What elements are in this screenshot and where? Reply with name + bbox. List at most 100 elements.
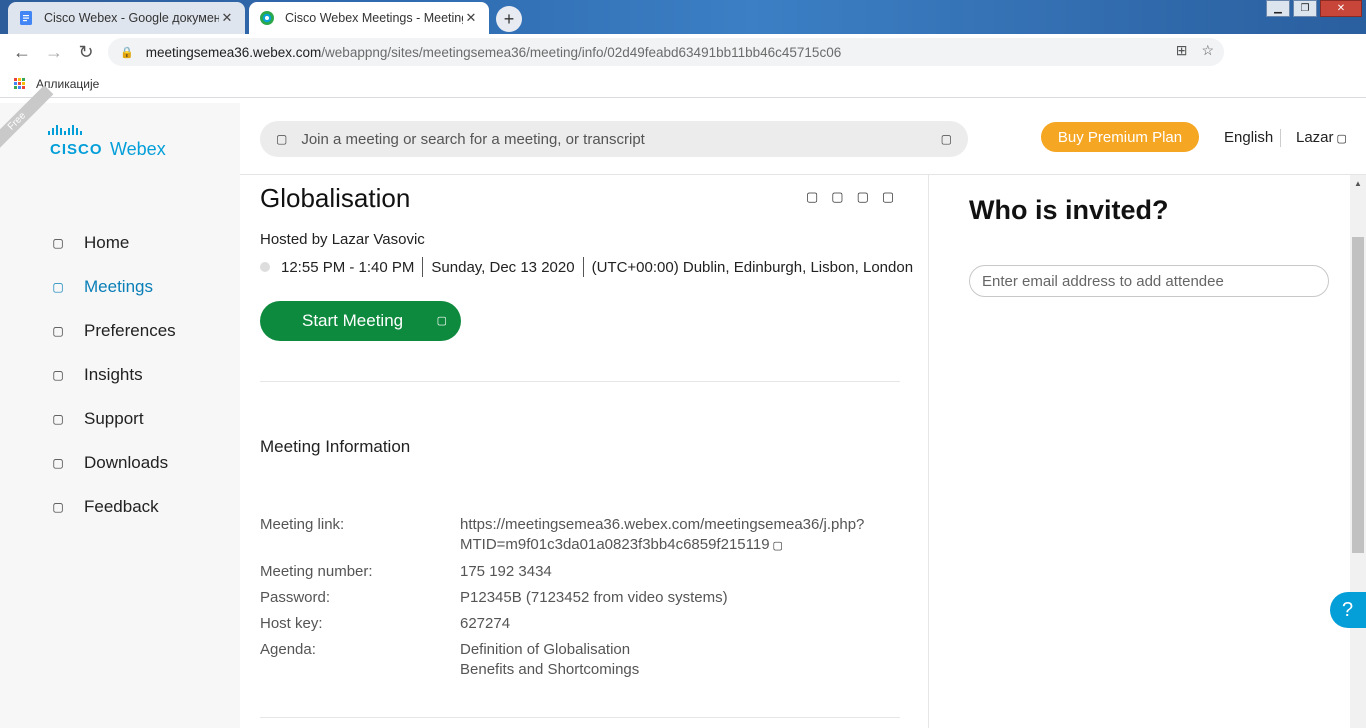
edit-icon[interactable]: ▢: [806, 189, 818, 205]
buy-premium-button[interactable]: Buy Premium Plan: [1041, 122, 1199, 152]
meeting-schedule: 12:55 PM - 1:40 PM Sunday, Dec 13 2020 (…: [260, 257, 913, 277]
sidebar-item-feedback[interactable]: ▢ Feedback: [0, 485, 240, 529]
language-selector[interactable]: English: [1224, 129, 1273, 146]
chevron-down-icon[interactable]: ▢: [437, 314, 447, 327]
info-row-agenda: Agenda: Definition of Globalisation Bene…: [260, 640, 910, 680]
meeting-time: 12:55 PM - 1:40 PM: [281, 258, 415, 276]
help-icon: ▢: [52, 412, 64, 426]
google-docs-icon: [20, 11, 32, 25]
search-bar[interactable]: ▢ ▢: [260, 121, 968, 157]
info-row-number: Meeting number: 175 192 3434: [260, 562, 910, 582]
scrollbar[interactable]: ▲: [1350, 175, 1366, 728]
bookmark-star-icon[interactable]: ☆: [1201, 42, 1214, 59]
copy-icon[interactable]: ▢: [831, 189, 843, 205]
search-icon[interactable]: ▢: [276, 132, 287, 146]
meeting-link-line2[interactable]: MTID=m9f01c3da01a0823f3bb4c6859f215119: [460, 536, 770, 553]
bookmarks-bar: Апликације: [0, 70, 1366, 98]
start-meeting-button[interactable]: Start Meeting ▢: [260, 301, 461, 341]
sidebar-item-downloads[interactable]: ▢ Downloads: [0, 441, 240, 485]
info-row-hostkey: Host key: 627274: [260, 614, 910, 634]
scrollbar-thumb[interactable]: [1352, 237, 1364, 553]
sidebar-item-label: Preferences: [84, 321, 176, 340]
invitees-title: Who is invited?: [969, 195, 1169, 225]
sidebar-item-insights[interactable]: ▢ Insights: [0, 353, 240, 397]
invitees-panel: Who is invited?: [928, 175, 1366, 728]
feedback-icon: ▢: [52, 500, 64, 514]
attendee-email-input[interactable]: [969, 265, 1329, 297]
copy-link-icon[interactable]: ▢: [773, 540, 783, 552]
info-row-password: Password: P12345B (7123452 from video sy…: [260, 588, 910, 608]
close-icon[interactable]: ✕: [463, 10, 479, 26]
sidebar-item-home[interactable]: ▢ Home: [0, 221, 240, 265]
sidebar-item-preferences[interactable]: ▢ Preferences: [0, 309, 240, 353]
more-icon[interactable]: ▢: [882, 189, 894, 205]
top-bar: ▢ ▢ Buy Premium Plan English Lazar▢: [240, 103, 1366, 175]
lock-icon[interactable]: 🔒: [120, 46, 134, 59]
gear-icon: ▢: [52, 324, 64, 338]
agenda: Definition of Globalisation Benefits and…: [460, 640, 910, 680]
minimize-button[interactable]: ▁: [1266, 0, 1290, 17]
back-icon[interactable]: ←: [6, 42, 38, 63]
start-meeting-label: Start Meeting: [302, 311, 404, 330]
meeting-host: Hosted by Lazar Vasovic: [260, 231, 425, 248]
meeting-date: Sunday, Dec 13 2020: [431, 258, 575, 276]
tab-title: Cisco Webex - Google документи: [44, 11, 219, 25]
search-input[interactable]: [301, 130, 941, 148]
url-field[interactable]: 🔒 meetingsemea36.webex.com/webappng/site…: [108, 38, 1224, 66]
chart-icon: ▢: [52, 368, 64, 382]
delete-icon[interactable]: ▢: [857, 189, 869, 205]
browser-tab-webex[interactable]: Cisco Webex Meetings - Meeting Informati…: [249, 2, 489, 34]
help-button[interactable]: ?: [1330, 592, 1366, 628]
info-row-link: Meeting link: https://meetingsemea36.web…: [260, 515, 910, 556]
close-icon[interactable]: ✕: [219, 10, 235, 26]
calendar-icon: ▢: [52, 280, 64, 294]
translate-icon[interactable]: ⊞: [1176, 42, 1188, 59]
tab-title: Cisco Webex Meetings - Meeting Informati…: [285, 11, 463, 25]
reload-icon[interactable]: ↻: [70, 42, 102, 63]
sidebar-item-label: Feedback: [84, 497, 159, 516]
window-close-button[interactable]: ✕: [1320, 0, 1362, 17]
new-tab-button[interactable]: +: [496, 6, 522, 32]
microphone-icon[interactable]: ▢: [941, 132, 952, 146]
info-key: Meeting number:: [260, 563, 373, 580]
sidebar-item-meetings[interactable]: ▢ Meetings: [0, 265, 240, 309]
sidebar-item-label: Downloads: [84, 453, 169, 472]
download-icon: ▢: [52, 456, 64, 470]
separator: [422, 257, 424, 277]
host-key: 627274: [460, 615, 511, 632]
meeting-link-line1[interactable]: https://meetingsemea36.webex.com/meeting…: [460, 516, 864, 533]
info-key: Host key:: [260, 615, 323, 632]
page-title: Globalisation: [260, 183, 411, 213]
meeting-timezone: (UTC+00:00) Dublin, Edinburgh, Lisbon, L…: [591, 258, 914, 276]
meeting-link[interactable]: https://meetingsemea36.webex.com/meeting…: [460, 515, 910, 556]
maximize-button[interactable]: ❐: [1293, 0, 1317, 17]
sidebar-nav: ▢ Home ▢ Meetings ▢ Preferences ▢ Insigh…: [0, 221, 240, 529]
info-key: Agenda:: [260, 641, 316, 658]
meeting-info-list: Meeting link: https://meetingsemea36.web…: [260, 515, 910, 686]
sidebar-item-support[interactable]: ▢ Support: [0, 397, 240, 441]
sidebar-item-label: Support: [84, 409, 144, 428]
divider: [260, 717, 900, 718]
address-bar: ← → ↻ 🔒 meetingsemea36.webex.com/webappn…: [0, 34, 1366, 98]
topbar-divider: [1280, 129, 1281, 147]
user-name: Lazar: [1296, 129, 1334, 146]
url-host: meetingsemea36.webex.com: [145, 44, 322, 60]
forward-icon[interactable]: →: [38, 42, 70, 63]
info-key: Password:: [260, 589, 331, 606]
home-icon: ▢: [52, 236, 64, 250]
user-menu[interactable]: Lazar ▢: [1296, 129, 1347, 146]
webex-icon: [260, 11, 274, 25]
meeting-actions: ▢ ▢ ▢ ▢: [806, 189, 894, 205]
browser-tab-google-docs[interactable]: Cisco Webex - Google документи ✕: [8, 2, 245, 34]
section-title: Meeting Information: [260, 437, 411, 456]
sidebar-item-label: Home: [84, 233, 130, 252]
agenda-line1: Definition of Globalisation: [460, 641, 631, 658]
cisco-bars-icon: [48, 125, 82, 135]
separator: [582, 257, 584, 277]
sidebar-item-label: Meetings: [84, 277, 153, 296]
apps-grid-icon[interactable]: [14, 77, 26, 90]
logo-webex-text: Webex: [110, 139, 166, 159]
sidebar-item-label: Insights: [84, 365, 143, 384]
scroll-up-icon[interactable]: ▲: [1350, 179, 1366, 188]
browser-tab-strip: Cisco Webex - Google документи ✕ Cisco W…: [0, 0, 1366, 34]
